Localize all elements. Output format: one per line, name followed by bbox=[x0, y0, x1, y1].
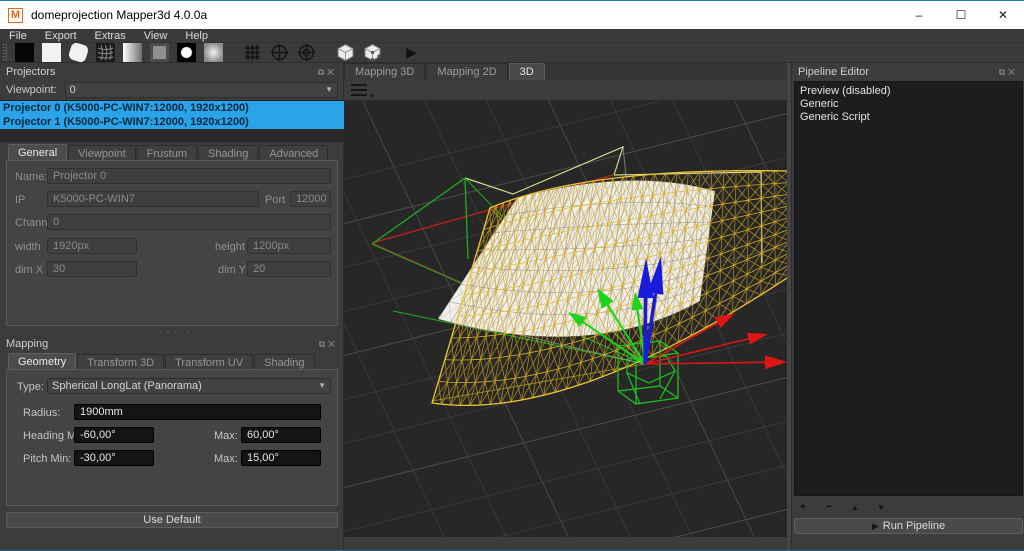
ip-field[interactable]: K5000-PC-WIN7 bbox=[47, 191, 259, 207]
window-title: domeprojection Mapper3d 4.0.0a bbox=[31, 8, 207, 22]
maximize-button[interactable]: ☐ bbox=[940, 1, 982, 29]
warped-grid-test-image-icon[interactable] bbox=[96, 43, 115, 62]
scene-canvas[interactable] bbox=[344, 101, 787, 537]
name-label: Name: bbox=[15, 171, 47, 183]
heading-min-field[interactable]: -60,00° bbox=[74, 427, 154, 443]
pipeline-item[interactable]: Generic Script bbox=[800, 111, 1017, 124]
remove-pipeline-item-button[interactable]: − bbox=[822, 501, 836, 513]
crosshair-target-icon[interactable] bbox=[270, 43, 289, 62]
add-pipeline-item-button[interactable]: + bbox=[796, 501, 810, 513]
minimize-button[interactable]: – bbox=[898, 1, 940, 29]
pipeline-panel-title: Pipeline Editor bbox=[798, 66, 869, 78]
viewpoint-label: Viewpoint: bbox=[6, 84, 57, 96]
projectors-panel-header: Projectors ⧉✕ bbox=[0, 63, 343, 81]
close-panel-icon[interactable]: ✕ bbox=[327, 67, 337, 77]
heading-max-label: Max: bbox=[214, 430, 238, 442]
title-bar: M domeprojection Mapper3d 4.0.0a – ☐ ✕ bbox=[0, 1, 1024, 29]
radius-label: Radius: bbox=[23, 407, 60, 419]
main-toolbar: ▶ bbox=[0, 43, 1024, 63]
menu-file[interactable]: File bbox=[0, 29, 36, 43]
pipeline-panel-header: Pipeline Editor ⧉✕ bbox=[792, 63, 1024, 81]
tab-mapping-3d[interactable]: Mapping 3D bbox=[344, 63, 425, 80]
viewport-3d: Mapping 3D Mapping 2D 3D bbox=[344, 63, 787, 550]
heading-max-field[interactable]: 60,00° bbox=[241, 427, 321, 443]
pipeline-list: Preview (disabled) Generic Generic Scrip… bbox=[794, 81, 1023, 496]
mapping-panel-title: Mapping bbox=[6, 338, 48, 350]
view-options-menu-icon[interactable] bbox=[351, 84, 367, 96]
port-field[interactable]: 12000 bbox=[290, 191, 331, 207]
float-panel-icon[interactable]: ⧉ bbox=[319, 339, 328, 349]
dimy-field[interactable]: 20 bbox=[247, 261, 331, 277]
mapping-type-combo[interactable]: Spherical LongLat (Panorama)▼ bbox=[47, 378, 331, 394]
gradient-test-image-icon[interactable] bbox=[123, 43, 142, 62]
height-label: height bbox=[215, 241, 245, 253]
width-label: width bbox=[15, 241, 41, 253]
grid-overlay-icon[interactable] bbox=[243, 43, 262, 62]
radius-field[interactable]: 1900mm bbox=[74, 404, 321, 420]
viewport-tabs: Mapping 3D Mapping 2D 3D bbox=[344, 63, 787, 80]
dimy-label: dim Y bbox=[218, 264, 246, 276]
black-test-image-icon[interactable] bbox=[15, 43, 34, 62]
viewport-bottom-strip bbox=[344, 537, 787, 550]
projector-list-item[interactable]: Projector 1 (K5000-PC-WIN7:12000, 1920x1… bbox=[0, 115, 344, 129]
viewport-toolbar bbox=[344, 80, 787, 101]
projector-list: Projector 0 (K5000-PC-WIN7:12000, 1920x1… bbox=[0, 100, 344, 142]
cube-3d-icon[interactable] bbox=[336, 43, 355, 62]
pipeline-item[interactable]: Generic bbox=[800, 98, 1017, 111]
move-up-button[interactable]: ▲ bbox=[848, 503, 862, 512]
dimx-field[interactable]: 30 bbox=[47, 261, 137, 277]
float-panel-icon[interactable]: ⧉ bbox=[999, 67, 1008, 77]
frame-test-image-icon[interactable] bbox=[150, 43, 169, 62]
type-label: Type: bbox=[17, 381, 44, 393]
crosshair-target-alt-icon[interactable] bbox=[297, 43, 316, 62]
pitch-max-label: Max: bbox=[214, 453, 238, 465]
projectors-panel-title: Projectors bbox=[6, 66, 56, 78]
float-panel-icon[interactable]: ⧉ bbox=[318, 67, 327, 77]
menu-help[interactable]: Help bbox=[176, 29, 217, 43]
move-down-button[interactable]: ▼ bbox=[874, 503, 888, 512]
app-logo-icon: M bbox=[8, 8, 23, 23]
cube-control-points-icon[interactable] bbox=[363, 43, 382, 62]
close-panel-icon[interactable]: ✕ bbox=[1008, 67, 1018, 77]
pitch-min-label: Pitch Min: bbox=[23, 453, 71, 465]
soft-spot-test-image-icon[interactable] bbox=[204, 43, 223, 62]
shape-test-image-icon[interactable] bbox=[67, 41, 89, 63]
close-button[interactable]: ✕ bbox=[982, 1, 1024, 29]
pipeline-editor-panel: Pipeline Editor ⧉✕ Preview (disabled) Ge… bbox=[791, 63, 1024, 550]
projector-list-item[interactable]: Projector 0 (K5000-PC-WIN7:12000, 1920x1… bbox=[0, 101, 344, 115]
channel-field[interactable]: 0 bbox=[47, 214, 331, 230]
name-field[interactable]: Projector 0 bbox=[47, 168, 331, 184]
height-field[interactable]: 1200px bbox=[247, 238, 331, 254]
ip-label: IP bbox=[15, 194, 25, 206]
projector-general-group: Name: Projector 0 IP K5000-PC-WIN7 Port … bbox=[6, 160, 338, 326]
menu-bar: File Export Extras View Help bbox=[0, 29, 1024, 43]
pipeline-item[interactable]: Preview (disabled) bbox=[800, 85, 1017, 98]
projectors-panel: Projectors ⧉✕ Viewpoint: 0▼ Projector 0 … bbox=[0, 63, 344, 550]
run-pipeline-button[interactable]: ▶ Run Pipeline bbox=[794, 518, 1023, 534]
circle-test-image-icon[interactable] bbox=[177, 43, 196, 62]
pipeline-buttons: + − ▲ ▼ bbox=[796, 500, 1021, 514]
menu-extras[interactable]: Extras bbox=[86, 29, 135, 43]
use-default-button[interactable]: Use Default bbox=[6, 512, 338, 528]
toolbar-drag-handle[interactable] bbox=[1, 44, 7, 62]
chevron-down-icon: ▼ bbox=[318, 379, 326, 393]
close-panel-icon[interactable]: ✕ bbox=[328, 339, 338, 349]
width-field[interactable]: 1920px bbox=[47, 238, 137, 254]
menu-export[interactable]: Export bbox=[36, 29, 86, 43]
port-label: Port bbox=[265, 194, 285, 206]
pitch-min-field[interactable]: -30,00° bbox=[74, 450, 154, 466]
play-icon: ▶ bbox=[872, 521, 879, 532]
dimx-label: dim X bbox=[15, 264, 43, 276]
tab-mapping-2d[interactable]: Mapping 2D bbox=[426, 63, 507, 80]
viewpoint-combo[interactable]: 0▼ bbox=[65, 82, 338, 98]
mapping-panel-header: Mapping ⧉✕ bbox=[0, 335, 344, 353]
chevron-down-icon: ▼ bbox=[325, 83, 333, 97]
white-test-image-icon[interactable] bbox=[42, 43, 61, 62]
pitch-max-field[interactable]: 15,00° bbox=[241, 450, 321, 466]
menu-view[interactable]: View bbox=[135, 29, 177, 43]
mapping-geometry-group: Type: Spherical LongLat (Panorama)▼ Radi… bbox=[6, 369, 338, 506]
tab-3d[interactable]: 3D bbox=[509, 63, 545, 80]
play-icon[interactable]: ▶ bbox=[402, 43, 421, 62]
